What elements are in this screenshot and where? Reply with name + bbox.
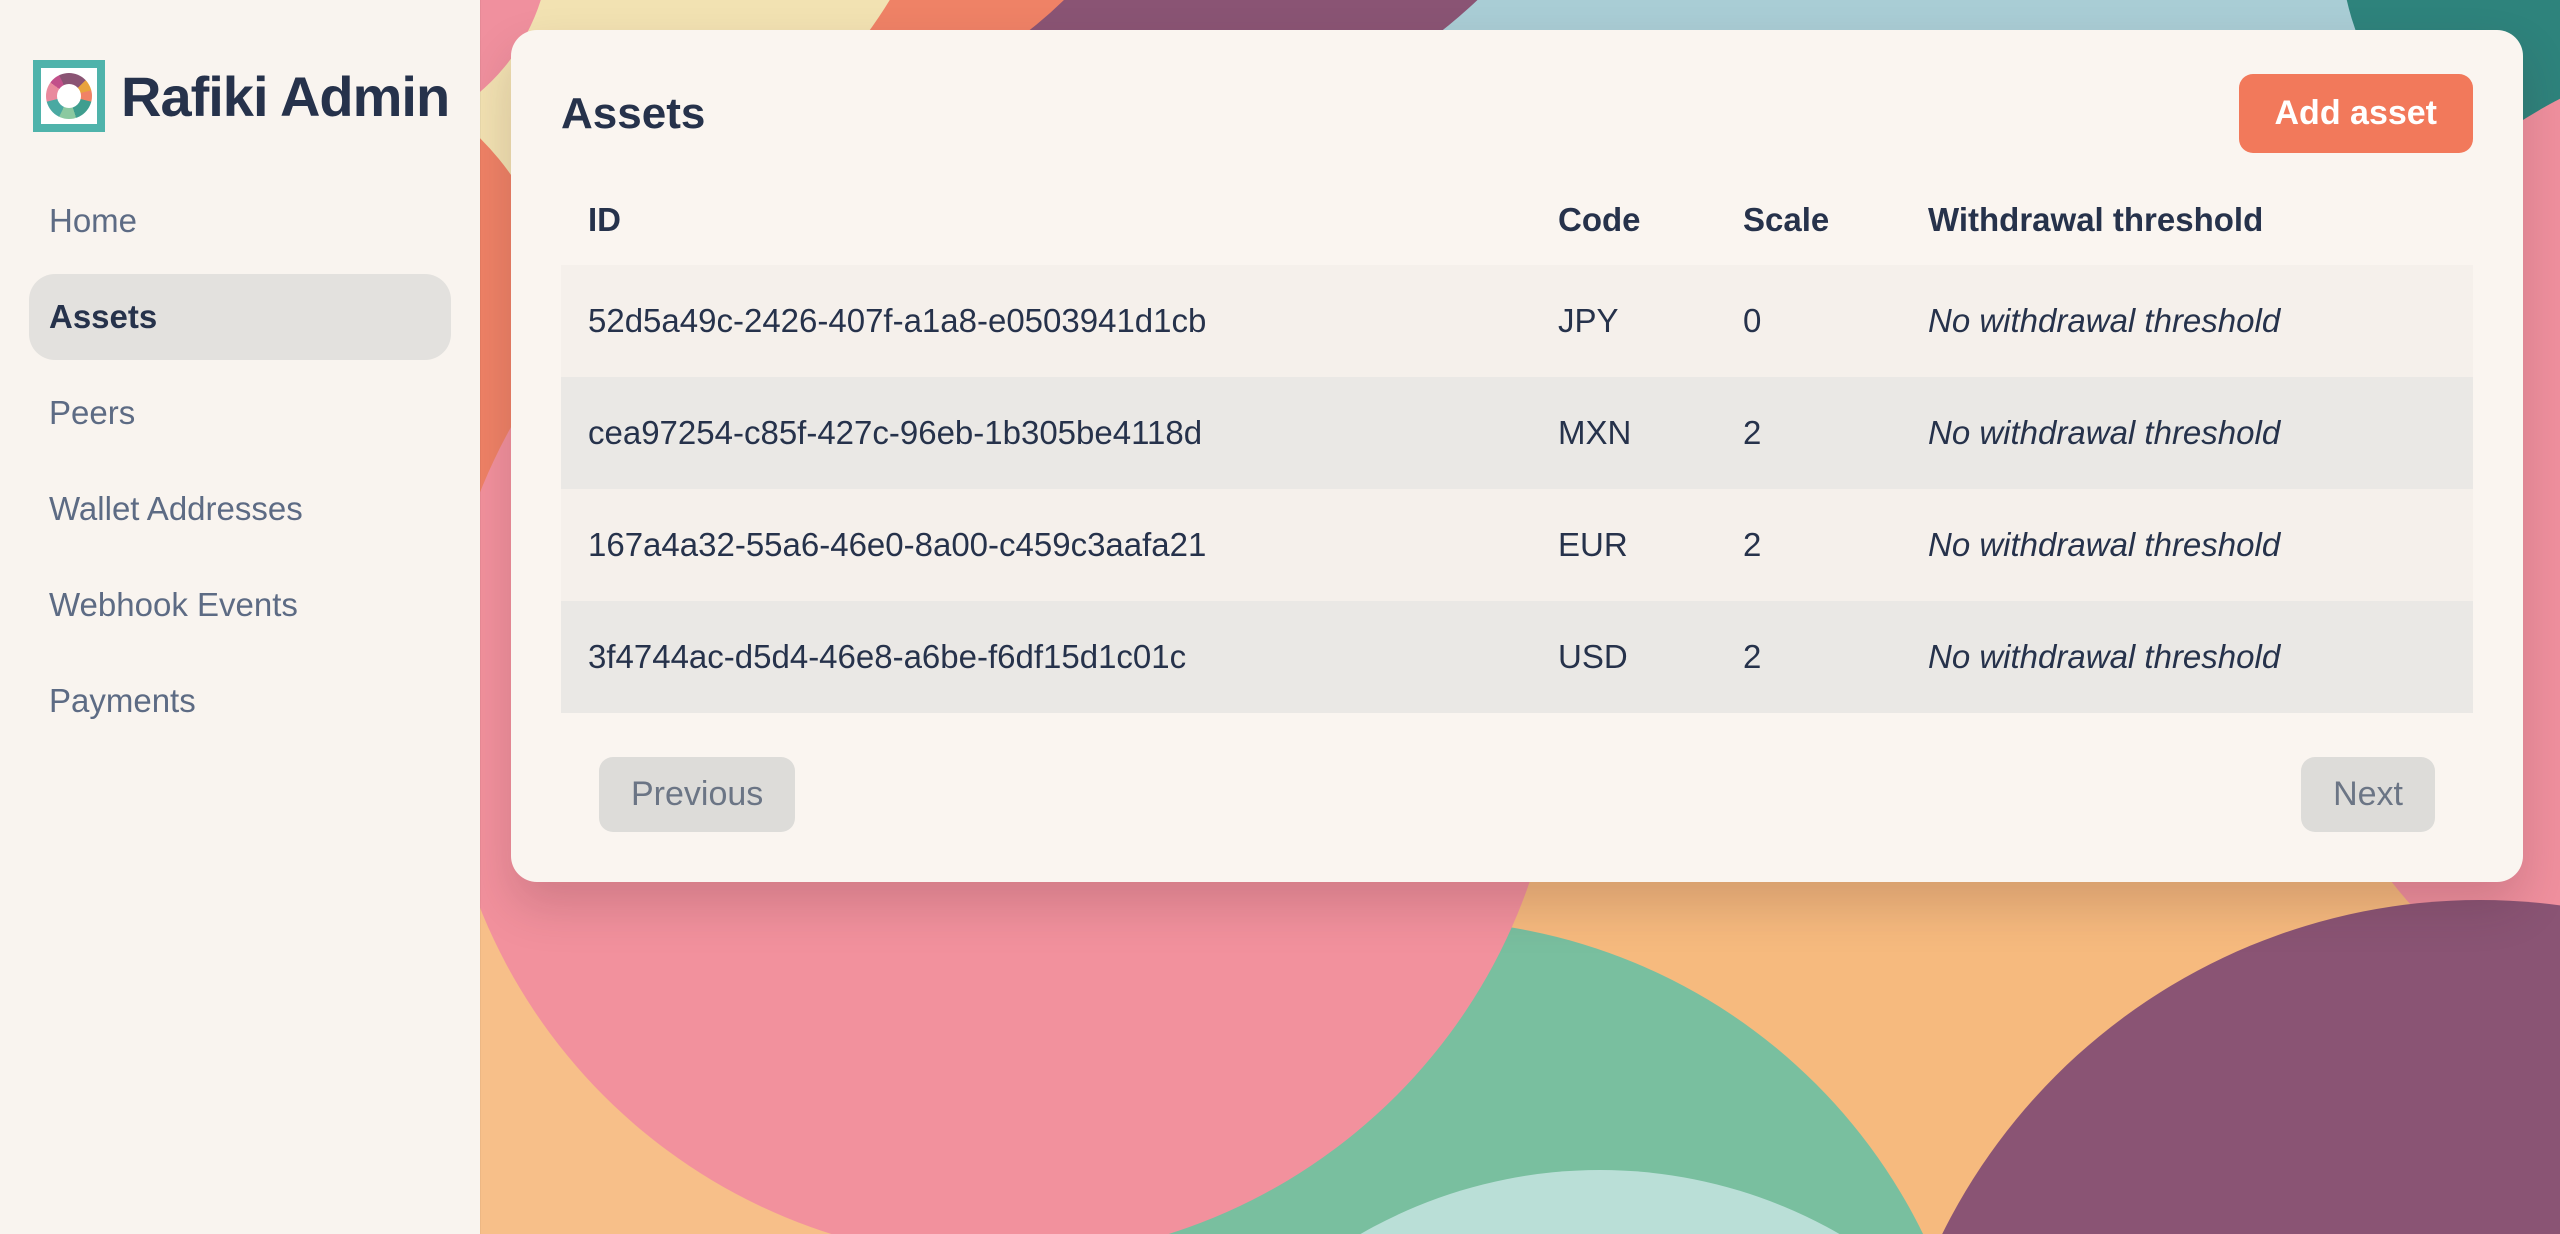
table-row[interactable]: 167a4a32-55a6-46e0-8a00-c459c3aafa21 EUR… — [561, 489, 2473, 601]
brand-logo: Rafiki Admin — [33, 60, 480, 132]
column-header-withdrawal-threshold: Withdrawal threshold — [1901, 201, 2473, 239]
sidebar-nav-item[interactable]: Webhook Events — [29, 562, 451, 648]
sidebar-nav: Home Assets Peers Wallet Addresses Webho… — [0, 178, 480, 744]
asset-scale-cell: 2 — [1716, 414, 1901, 452]
asset-scale-cell: 2 — [1716, 526, 1901, 564]
asset-code-cell: USD — [1531, 638, 1716, 676]
assets-card: Assets Add asset ID Code Scale Withdrawa… — [511, 30, 2523, 882]
next-page-button[interactable]: Next — [2301, 757, 2435, 832]
asset-threshold-cell: No withdrawal threshold — [1901, 526, 2473, 564]
add-asset-button[interactable]: Add asset — [2239, 74, 2474, 153]
sidebar-nav-item-label: Payments — [49, 682, 196, 720]
asset-id-cell: 167a4a32-55a6-46e0-8a00-c459c3aafa21 — [561, 526, 1531, 564]
table-header: ID Code Scale Withdrawal threshold — [561, 175, 2473, 265]
sidebar-nav-item-label: Webhook Events — [49, 586, 298, 624]
asset-threshold-cell: No withdrawal threshold — [1901, 638, 2473, 676]
column-header-code: Code — [1531, 201, 1716, 239]
column-header-scale: Scale — [1716, 201, 1901, 239]
asset-code-cell: JPY — [1531, 302, 1716, 340]
card-header: Assets Add asset — [561, 74, 2473, 153]
pagination: Previous Next — [599, 757, 2435, 832]
sidebar-nav-item[interactable]: Wallet Addresses — [29, 466, 451, 552]
sidebar-nav-item-label: Home — [49, 202, 137, 240]
sidebar-nav-item-label: Peers — [49, 394, 135, 432]
rafiki-logo-icon — [33, 60, 105, 132]
sidebar-nav-item[interactable]: Assets — [29, 274, 451, 360]
table-body: 52d5a49c-2426-407f-a1a8-e0503941d1cb JPY… — [561, 265, 2473, 713]
asset-id-cell: cea97254-c85f-427c-96eb-1b305be4118d — [561, 414, 1531, 452]
column-header-id: ID — [561, 201, 1531, 239]
table-row[interactable]: 3f4744ac-d5d4-46e8-a6be-f6df15d1c01c USD… — [561, 601, 2473, 713]
asset-code-cell: EUR — [1531, 526, 1716, 564]
table-row[interactable]: 52d5a49c-2426-407f-a1a8-e0503941d1cb JPY… — [561, 265, 2473, 377]
sidebar-nav-item-label: Assets — [49, 298, 157, 336]
asset-code-cell: MXN — [1531, 414, 1716, 452]
sidebar-nav-item[interactable]: Home — [29, 178, 451, 264]
sidebar-nav-item[interactable]: Peers — [29, 370, 451, 456]
asset-threshold-cell: No withdrawal threshold — [1901, 414, 2473, 452]
brand-title: Rafiki Admin — [121, 64, 449, 129]
asset-scale-cell: 0 — [1716, 302, 1901, 340]
sidebar-nav-item-label: Wallet Addresses — [49, 490, 303, 528]
table-row[interactable]: cea97254-c85f-427c-96eb-1b305be4118d MXN… — [561, 377, 2473, 489]
asset-scale-cell: 2 — [1716, 638, 1901, 676]
page-title: Assets — [561, 89, 705, 139]
sidebar: Rafiki Admin Home Assets Peers Wallet Ad… — [0, 0, 480, 1234]
asset-id-cell: 3f4744ac-d5d4-46e8-a6be-f6df15d1c01c — [561, 638, 1531, 676]
asset-threshold-cell: No withdrawal threshold — [1901, 302, 2473, 340]
previous-page-button[interactable]: Previous — [599, 757, 795, 832]
rafiki-donut-icon — [46, 73, 92, 119]
asset-id-cell: 52d5a49c-2426-407f-a1a8-e0503941d1cb — [561, 302, 1531, 340]
sidebar-nav-item[interactable]: Payments — [29, 658, 451, 744]
